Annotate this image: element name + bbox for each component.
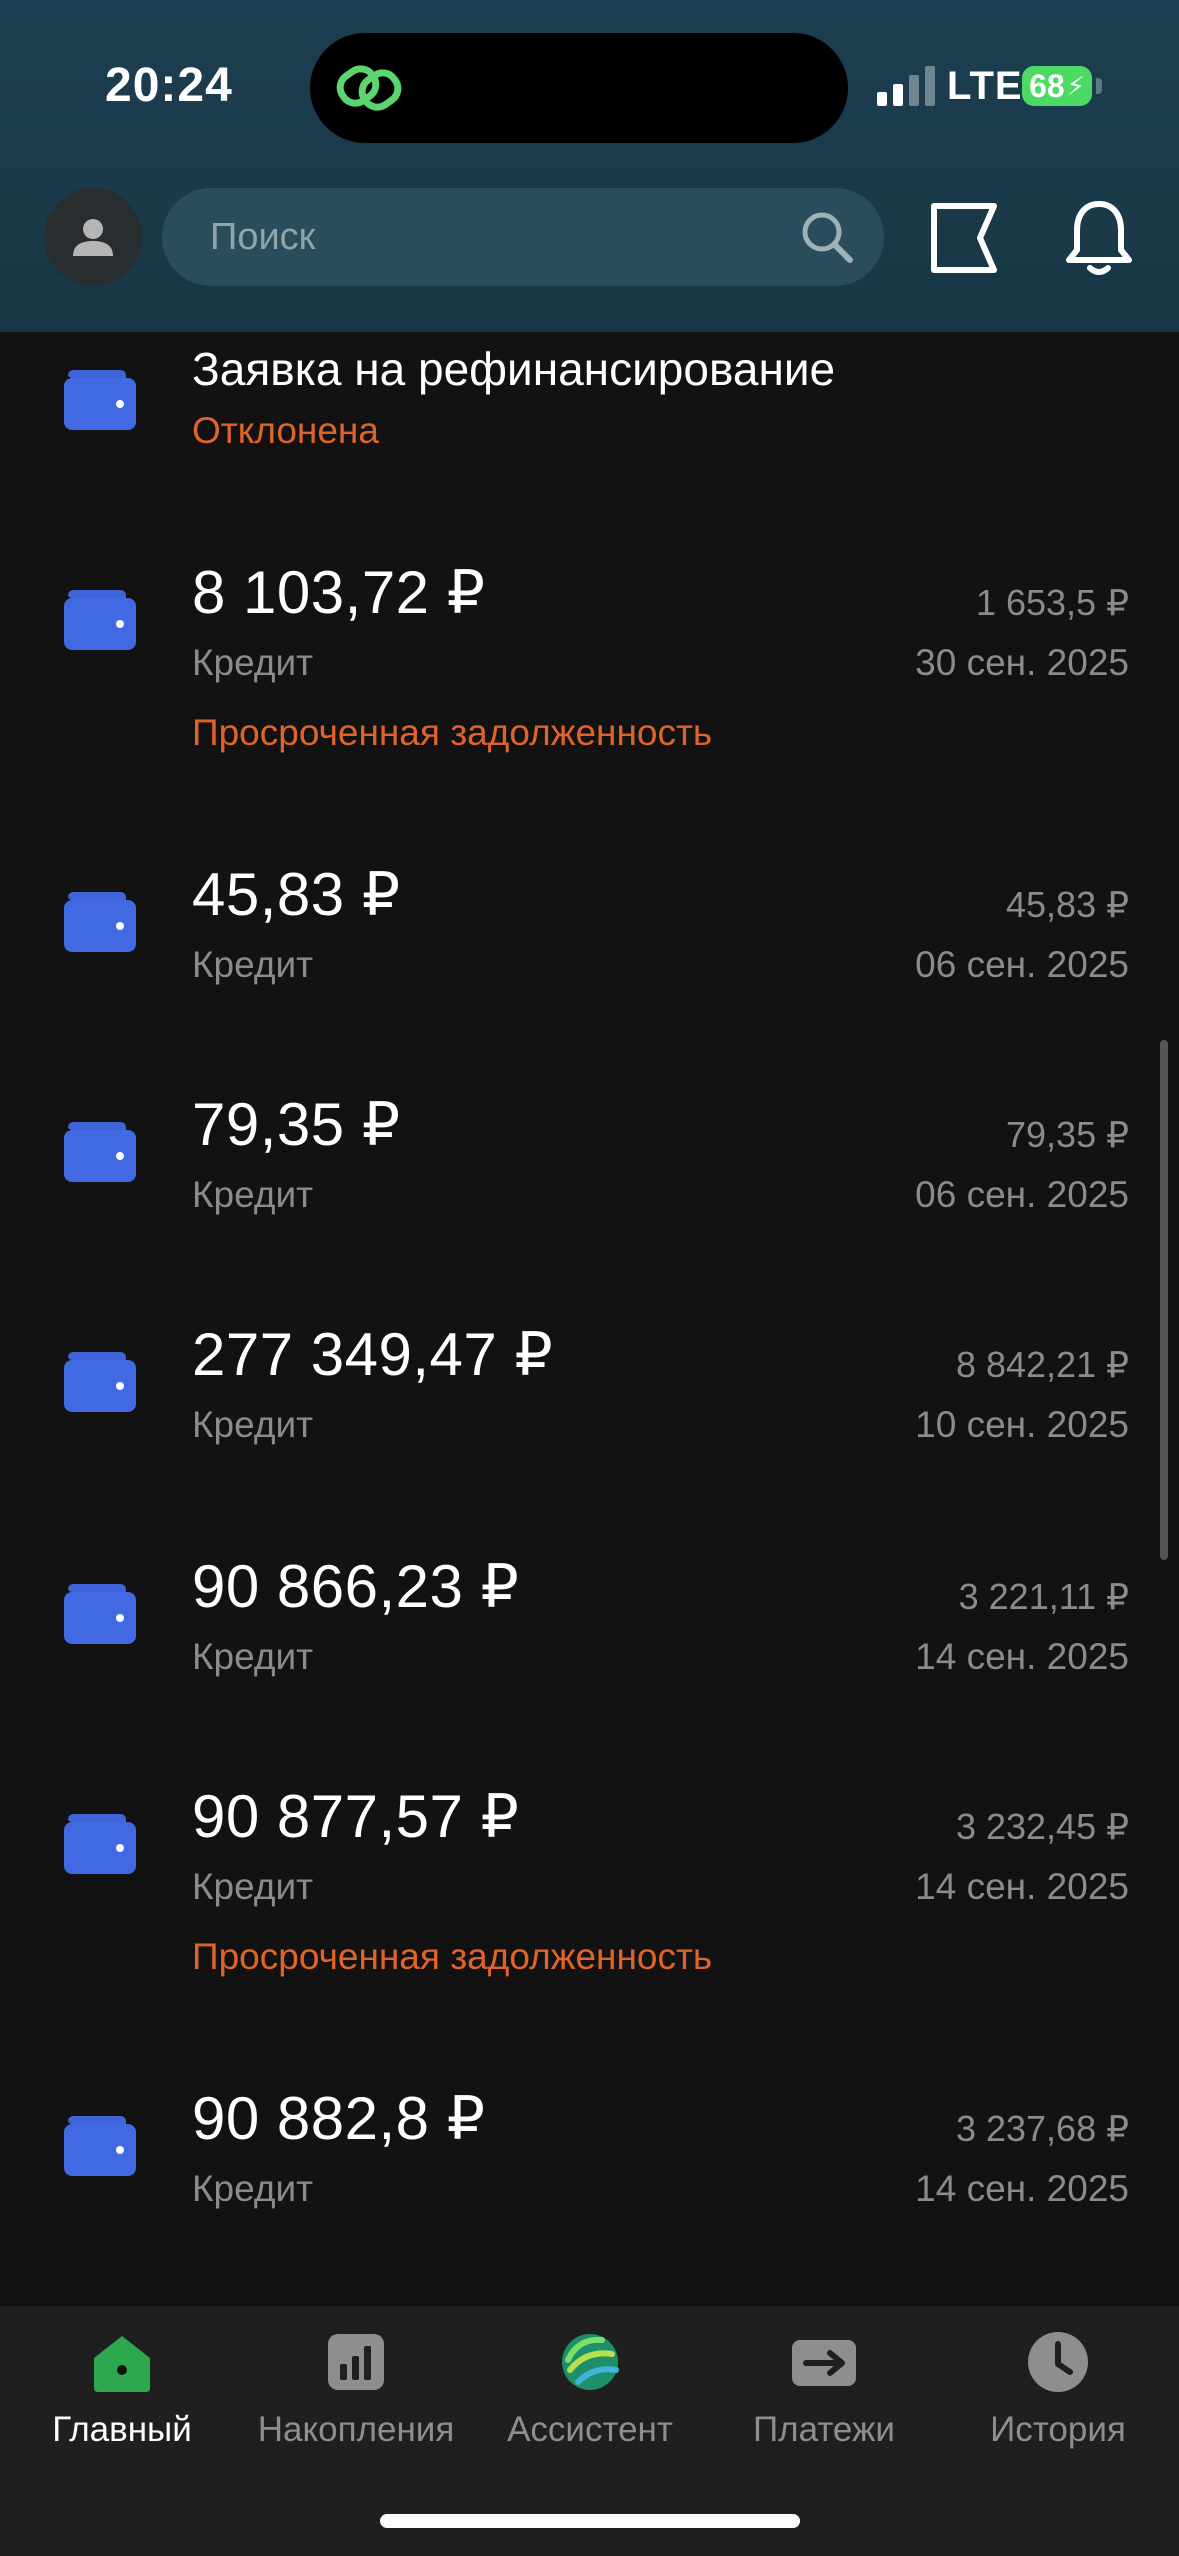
signal-icon: [877, 66, 935, 106]
search-icon[interactable]: [798, 208, 856, 266]
tab-assistant[interactable]: Ассистент: [472, 2306, 708, 2506]
tab-label: Главный: [52, 2410, 192, 2449]
tab-label: Ассистент: [507, 2410, 673, 2449]
home-indicator[interactable]: [380, 2514, 800, 2528]
item-type: Кредит: [192, 1636, 314, 1677]
item-date: 30 сен. 2025: [915, 642, 1129, 683]
wallet-icon: [64, 1122, 136, 1182]
item-title: Заявка на рефинансирование: [192, 343, 836, 395]
wallet-icon: [64, 1352, 136, 1412]
item-type: Кредит: [192, 2168, 314, 2209]
wallet-icon: [64, 370, 136, 430]
item-date: 14 сен. 2025: [915, 1636, 1129, 1677]
home-icon: [94, 2336, 150, 2392]
tab-history[interactable]: История: [940, 2306, 1176, 2506]
search-placeholder: Поиск: [210, 216, 316, 258]
history-icon: [1028, 2332, 1088, 2392]
item-payment: 3 221,11 ₽: [958, 1576, 1129, 1617]
person-icon: [73, 219, 113, 256]
payments-icon: [792, 2340, 856, 2386]
status-time: 20:24: [105, 59, 233, 112]
item-type: Кредит: [192, 1866, 314, 1907]
item-type: Кредит: [192, 944, 314, 985]
item-date: 06 сен. 2025: [915, 1174, 1129, 1215]
tab-label: История: [990, 2410, 1126, 2449]
item-warning: Просроченная задолженность: [192, 1936, 713, 1977]
item-amount: 79,35 ₽: [192, 1091, 401, 1158]
item-payment: 8 842,21 ₽: [955, 1344, 1129, 1385]
item-amount: 90 866,23 ₽: [192, 1553, 520, 1620]
app-header: 20:24 LTE 68 ⚡ Поиск: [0, 0, 1179, 332]
wallet-icon: [64, 892, 136, 952]
item-date: 14 сен. 2025: [915, 1866, 1129, 1907]
battery-cap: [1096, 78, 1102, 94]
flag-icon[interactable]: [928, 200, 1000, 276]
item-type: Кредит: [192, 1404, 314, 1445]
dynamic-island: [310, 33, 848, 143]
scrollbar[interactable]: [1160, 1040, 1168, 1560]
wallet-icon: [64, 1584, 136, 1644]
search-input[interactable]: Поиск: [162, 188, 884, 286]
tab-savings[interactable]: Накопления: [238, 2306, 474, 2506]
profile-avatar[interactable]: [44, 188, 142, 286]
item-amount: 8 103,72 ₽: [192, 559, 486, 626]
link-app-icon: [336, 65, 402, 111]
item-type: Кредит: [192, 1174, 314, 1215]
item-payment: 1 653,5 ₽: [975, 582, 1129, 623]
item-amount: 90 882,8 ₽: [192, 2085, 486, 2152]
item-payment: 45,83 ₽: [1006, 884, 1129, 925]
item-amount: 90 877,57 ₽: [192, 1783, 520, 1850]
item-payment: 3 232,45 ₽: [955, 1806, 1129, 1847]
savings-icon: [328, 2334, 384, 2390]
item-status: Отклонена: [192, 410, 379, 451]
wallet-icon: [64, 590, 136, 650]
tab-label: Накопления: [257, 2410, 455, 2449]
bell-icon[interactable]: [1064, 198, 1134, 278]
battery-icon: 68 ⚡: [1022, 66, 1092, 106]
tab-payments[interactable]: Платежи: [706, 2306, 942, 2506]
item-date: 10 сен. 2025: [915, 1404, 1129, 1445]
tab-label: Платежи: [753, 2410, 895, 2449]
item-payment: 3 237,68 ₽: [955, 2108, 1129, 2149]
item-amount: 277 349,47 ₽: [192, 1321, 554, 1388]
assistant-icon: [562, 2334, 619, 2390]
item-type: Кредит: [192, 642, 314, 683]
item-payment: 79,35 ₽: [1006, 1114, 1129, 1155]
item-date: 14 сен. 2025: [915, 2168, 1129, 2209]
network-type: LTE: [947, 64, 1023, 108]
wallet-icon: [64, 2116, 136, 2176]
tab-home[interactable]: Главный: [4, 2306, 240, 2506]
item-amount: 45,83 ₽: [192, 861, 401, 928]
item-warning: Просроченная задолженность: [192, 712, 713, 753]
item-date: 06 сен. 2025: [915, 944, 1129, 985]
battery-level: 68: [1029, 67, 1065, 104]
wallet-icon: [64, 1814, 136, 1874]
